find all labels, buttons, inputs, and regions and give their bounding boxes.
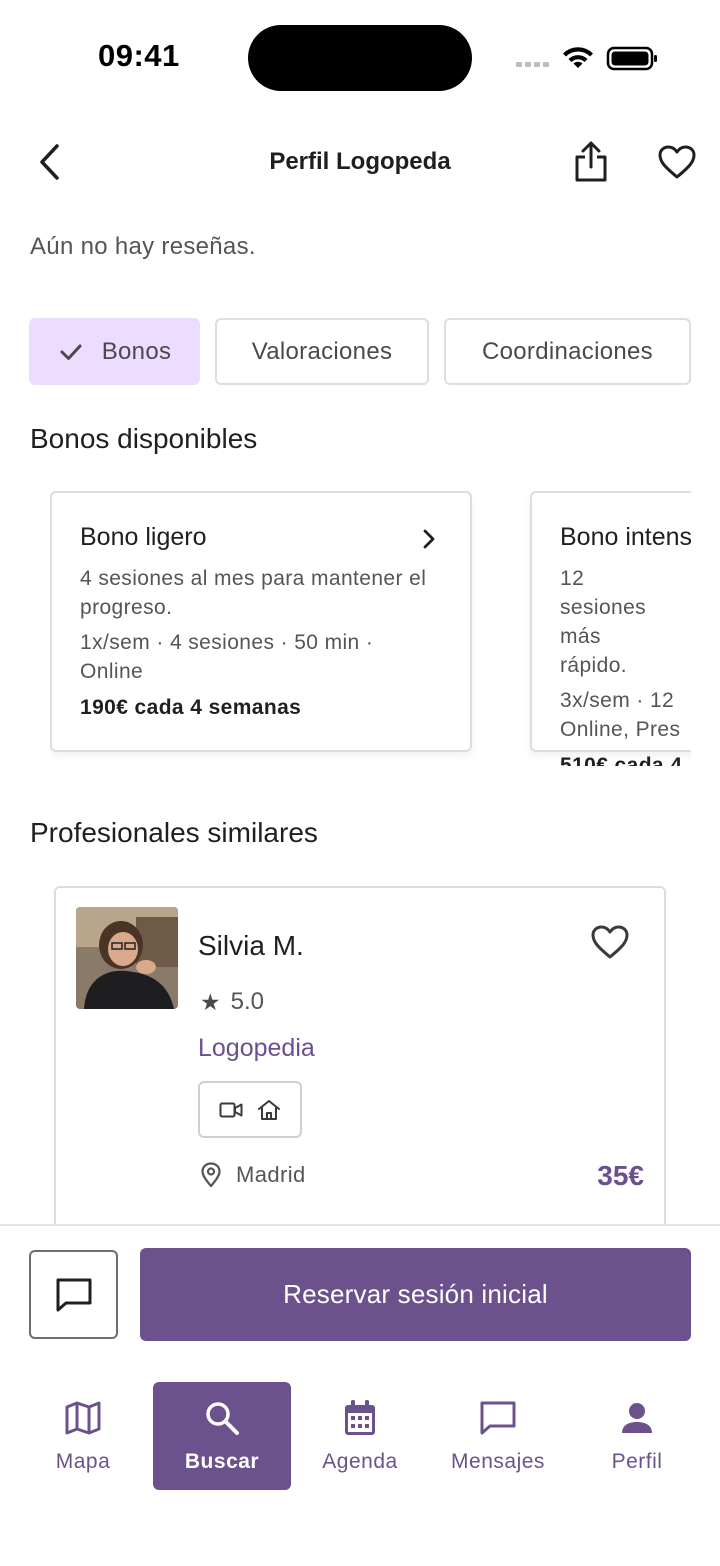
calendar-icon (345, 1400, 375, 1435)
tab-bonos[interactable]: Bonos (29, 318, 200, 385)
nav-label: Mensajes (451, 1450, 545, 1473)
share-button[interactable] (568, 138, 614, 186)
bono-description: 12 sesiones más rápido. (560, 567, 647, 677)
favorite-button[interactable] (654, 138, 700, 186)
bono-meta: 1x/sem · 4 sesiones · 50 min · Online (80, 631, 374, 683)
bono-card[interactable]: Bono ligero 4 sesiones al mes para mante… (50, 491, 472, 752)
nav-label: Buscar (184, 1450, 260, 1473)
location-pin-icon (201, 1162, 221, 1188)
message-icon (480, 1401, 516, 1435)
chevron-right-icon (423, 529, 435, 549)
signal-icon (516, 62, 549, 67)
chat-bubble-icon (56, 1278, 91, 1311)
dynamic-island (248, 25, 472, 91)
bono-meta: 3x/sem · 12 Online, Pres (560, 689, 681, 741)
bono-name: Bono ligero (80, 523, 207, 551)
bono-description: 4 sesiones al mes para mantener el progr… (80, 567, 427, 619)
bono-price: 190€ cada 4 semanas (80, 696, 302, 719)
tab-bonos-label: Bonos (101, 337, 172, 365)
check-icon (60, 344, 82, 360)
status-time: 09:41 (98, 38, 180, 73)
bottom-navigation: Mapa Buscar Agenda Mensajes Perfil (0, 1382, 720, 1492)
nav-item-perfil[interactable]: Perfil (568, 1382, 706, 1490)
bono-name: Bono intens (560, 523, 691, 551)
professional-favorite-button[interactable] (590, 924, 630, 964)
bonos-section-title: Bonos disponibles (30, 423, 258, 454)
tab-valoraciones-label: Valoraciones (251, 337, 393, 365)
nav-label: Agenda (322, 1450, 398, 1473)
nav-label: Perfil (611, 1450, 663, 1473)
battery-icon (606, 46, 657, 71)
nav-item-buscar[interactable]: Buscar (153, 1382, 291, 1490)
heart-icon (658, 145, 696, 179)
heart-icon (591, 925, 629, 959)
tab-valoraciones[interactable]: Valoraciones (215, 318, 429, 385)
star-icon: ★ (200, 988, 221, 1015)
tab-coordinaciones[interactable]: Coordinaciones (444, 318, 691, 385)
professional-price: 35€ (597, 1160, 644, 1191)
video-icon (219, 1102, 243, 1117)
bono-card[interactable]: Bono intens 12 sesiones más rápido. 3x/s… (530, 491, 691, 766)
professional-specialty: Logopedia (198, 1034, 315, 1062)
share-icon (575, 141, 607, 182)
wifi-icon (563, 47, 593, 68)
tab-coordinaciones-label: Coordinaciones (482, 337, 653, 365)
rating-value: 5.0 (230, 988, 264, 1015)
search-icon (206, 1402, 239, 1435)
professional-card[interactable]: Silvia M. ★ 5.0 Logopedia Madrid 35€ (54, 886, 666, 1246)
session-modes-badge (198, 1081, 302, 1138)
location-text: Madrid (236, 1162, 306, 1187)
nav-item-mensajes[interactable]: Mensajes (429, 1382, 567, 1490)
nav-item-agenda[interactable]: Agenda (291, 1382, 429, 1490)
no-reviews-text: Aún no hay reseñas. (30, 233, 256, 260)
nav-item-mapa[interactable]: Mapa (14, 1382, 152, 1490)
map-icon (65, 1401, 101, 1435)
bonos-carousel[interactable]: Bono ligero 4 sesiones al mes para mante… (50, 491, 691, 766)
top-app-bar: Perfil Logopeda (0, 128, 720, 198)
professional-location: Madrid (200, 1162, 306, 1188)
status-icons (516, 46, 657, 71)
chat-button[interactable] (29, 1250, 118, 1339)
person-icon (622, 1403, 652, 1433)
similar-section-title: Profesionales similares (30, 817, 318, 848)
status-bar: 09:41 (0, 0, 720, 110)
professional-name: Silvia M. (198, 930, 304, 961)
bono-price: 510€ cada 4 (560, 754, 683, 766)
professional-photo (76, 907, 178, 1009)
nav-label: Mapa (55, 1450, 111, 1473)
book-session-button[interactable]: Reservar sesión inicial (140, 1248, 691, 1341)
professional-rating: ★ 5.0 (200, 988, 264, 1016)
home-icon (258, 1099, 280, 1120)
